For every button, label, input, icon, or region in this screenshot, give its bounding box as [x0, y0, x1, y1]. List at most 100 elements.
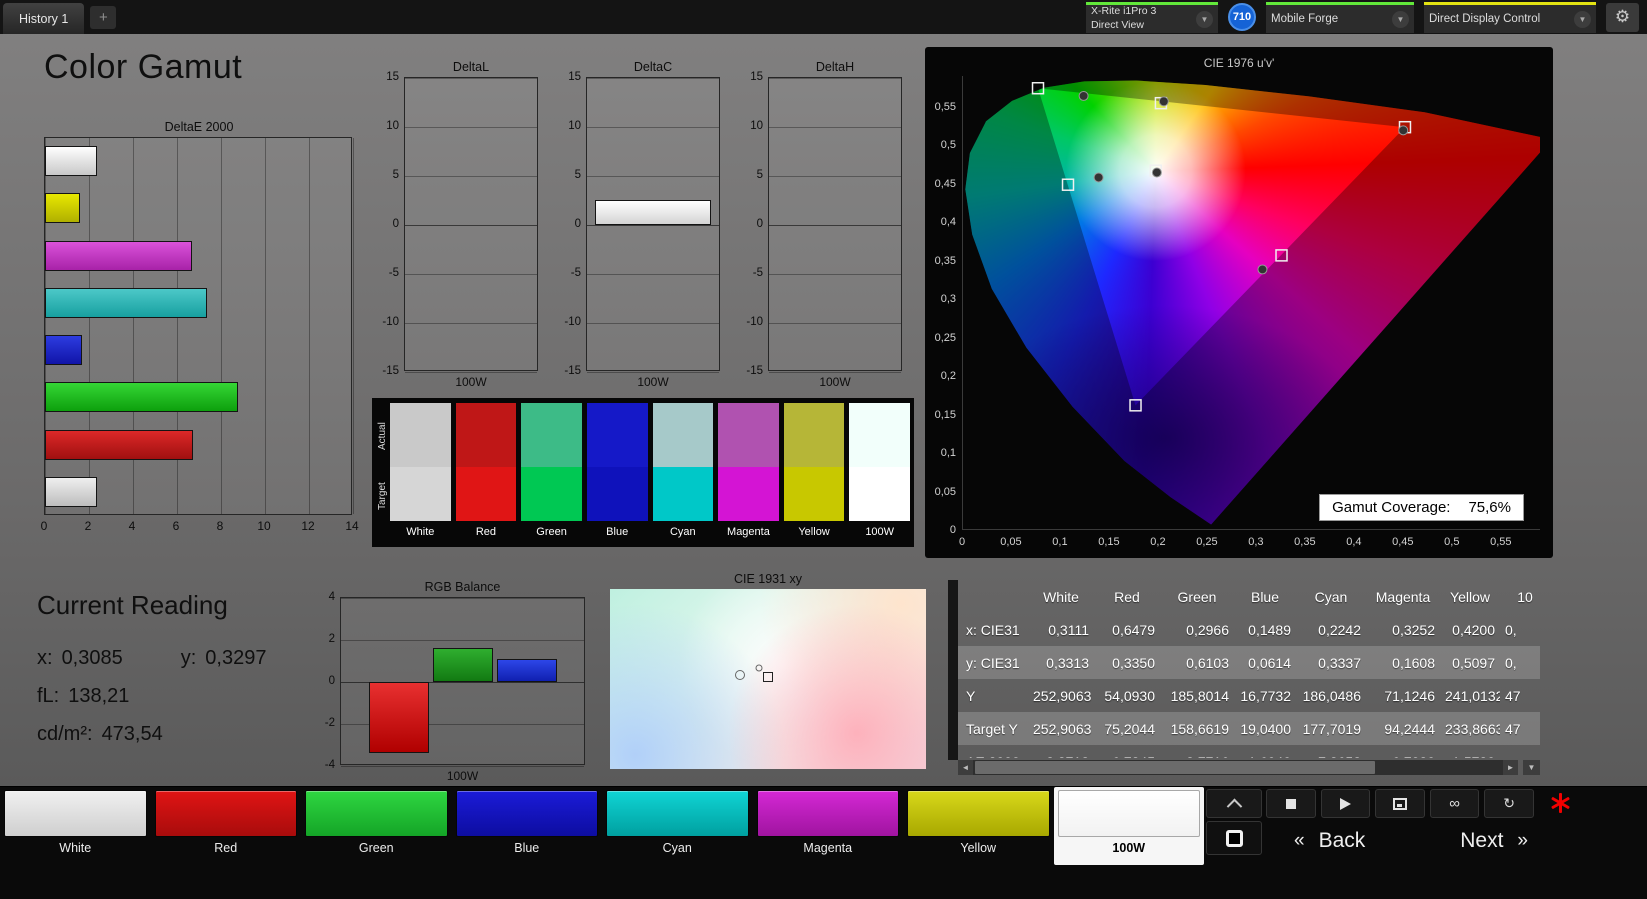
table-row[interactable]: Y252,906354,0930185,801416,7732186,04867…: [958, 679, 1540, 712]
y-tick-label: 0: [329, 675, 335, 687]
patch-magenta[interactable]: Magenta: [753, 787, 904, 865]
patch-green[interactable]: Green: [301, 787, 452, 865]
row-label: Target Y: [958, 721, 1028, 737]
save-button[interactable]: [1375, 789, 1425, 818]
actual-swatch: [521, 403, 582, 467]
actual-swatch: [653, 403, 714, 467]
x-tick-label: 10: [257, 519, 270, 533]
infinity-icon: ∞: [1449, 795, 1460, 812]
x-tick-label: 0: [41, 519, 48, 533]
patch-blue[interactable]: Blue: [452, 787, 603, 865]
y-axis: 151050-5-10-15: [742, 77, 768, 371]
cie1931-chart: CIE 1931 xy: [610, 572, 926, 769]
refresh-button[interactable]: ↻: [1484, 789, 1534, 818]
next-button[interactable]: Next »: [1460, 829, 1528, 853]
chevron-down-icon[interactable]: ▼: [1392, 11, 1409, 28]
swatch-label: Green: [521, 521, 582, 538]
workflow-label: Mobile Forge: [1271, 12, 1392, 27]
y-tick-label: -15: [382, 365, 399, 377]
chevron-down-icon[interactable]: ▼: [1574, 11, 1591, 28]
y-tick-label: 10: [568, 120, 581, 132]
cell-value: 0,0614: [1234, 655, 1296, 671]
gridline: [265, 138, 266, 514]
table-row[interactable]: Target Y252,906375,2044158,661919,040017…: [958, 712, 1540, 745]
reading-label: y:: [181, 647, 197, 670]
scroll-down-arrow-icon[interactable]: ▼: [1523, 760, 1540, 775]
cell-value: 75,2044: [1094, 721, 1160, 737]
actual-swatch: [456, 403, 517, 467]
workflow-dropdown[interactable]: Mobile Forge ▼: [1266, 2, 1414, 33]
y-tick-label: 4: [329, 591, 335, 603]
back-label: Back: [1319, 829, 1366, 853]
rgb-bar-blue: [497, 659, 557, 682]
collapse-panel-button[interactable]: [1206, 789, 1262, 818]
patch-label: 100W: [1058, 837, 1201, 855]
meter-dropdown[interactable]: X-Rite i1Pro 3 Direct View ▼: [1086, 2, 1218, 33]
swatch-axis-labels: Actual Target: [374, 403, 390, 547]
cie-y-tick: 0: [925, 524, 956, 536]
cie-x-tick: 0: [959, 536, 965, 548]
table-horizontal-scrollbar[interactable]: ◄ ►: [958, 760, 1518, 775]
scroll-right-arrow-icon[interactable]: ►: [1503, 760, 1518, 775]
deltae-bar-red: [45, 430, 193, 460]
patch-white[interactable]: White: [0, 787, 151, 865]
target-row-label: Target: [377, 469, 388, 523]
x-axis-label: 100W: [340, 769, 585, 783]
cie-y-tick: 0,35: [925, 255, 956, 267]
patch-red[interactable]: Red: [151, 787, 302, 865]
display-control-dropdown[interactable]: Direct Display Control ▼: [1424, 2, 1596, 33]
gridline: [587, 78, 719, 79]
display-control-label: Direct Display Control: [1429, 12, 1574, 27]
cell-value: 0,: [1500, 655, 1540, 671]
settings-gear-button[interactable]: ⚙: [1606, 3, 1639, 32]
gridline: [405, 225, 537, 226]
y-tick-label: -10: [382, 316, 399, 328]
current-reading: Current Reading x: 0,3085 y: 0,3297 fL: …: [37, 590, 266, 761]
measured-marker-cyan: [1094, 173, 1103, 182]
reading-label: cd/m²:: [37, 723, 93, 746]
pattern-window-button[interactable]: [1206, 821, 1262, 855]
square-icon: [1226, 830, 1243, 847]
target-marker-green: [1033, 83, 1044, 94]
swatch-label: Cyan: [653, 521, 714, 538]
meter-status-badge[interactable]: 710: [1228, 3, 1256, 31]
table-row[interactable]: y: CIE310,33130,33500,61030,06140,33370,…: [958, 646, 1540, 679]
gridline: [405, 274, 537, 275]
color-patch: [4, 790, 147, 837]
target-swatch: [784, 467, 845, 521]
table-row[interactable]: x: CIE310,31110,64790,29660,14890,22420,…: [958, 613, 1540, 646]
transport-controls: ∞ ↻: [1266, 789, 1534, 818]
rgb-balance-chart: RGB Balance 420-2-4 100W: [316, 580, 588, 783]
reading-label: x:: [37, 647, 53, 670]
add-tab-button[interactable]: +: [90, 6, 116, 29]
stop-button[interactable]: [1266, 789, 1316, 818]
scrollbar-thumb[interactable]: [975, 761, 1375, 774]
continuous-measure-button[interactable]: ∞: [1430, 789, 1480, 818]
play-button[interactable]: [1321, 789, 1371, 818]
patch-100w[interactable]: 100W: [1054, 787, 1205, 865]
deltae2000-plot: [44, 137, 352, 515]
color-patch: [456, 790, 599, 837]
gridline: [587, 372, 719, 373]
patch-yellow[interactable]: Yellow: [903, 787, 1054, 865]
cie1976-plot: Gamut Coverage: 75,6%: [962, 76, 1540, 530]
color-patch: [155, 790, 298, 837]
swatch-yellow: Yellow: [784, 403, 845, 547]
deltal-plot: [404, 77, 538, 371]
x-tick-label: 4: [129, 519, 136, 533]
patch-cyan[interactable]: Cyan: [602, 787, 753, 865]
gamut-markers: [963, 76, 1540, 529]
table-rows: x: CIE310,31110,64790,29660,14890,22420,…: [958, 613, 1540, 758]
cie-x-axis: 00,050,10,150,20,250,30,350,40,450,50,55: [925, 536, 1553, 552]
scroll-left-arrow-icon[interactable]: ◄: [958, 760, 973, 775]
history-tab[interactable]: History 1: [3, 3, 84, 34]
gridline: [405, 323, 537, 324]
cie-y-tick: 0,55: [925, 101, 956, 113]
table-row[interactable]: ΔE 20002,37126,73458,77161,69497,36536,7…: [958, 745, 1540, 758]
y-tick-label: 15: [750, 71, 763, 83]
topbar-right: X-Rite i1Pro 3 Direct View ▼ 710 Mobile …: [1086, 1, 1647, 33]
chevron-down-icon[interactable]: ▼: [1196, 11, 1213, 28]
test-pattern-patches: WhiteRedGreenBlueCyanMagentaYellow100W: [0, 787, 1204, 865]
back-button[interactable]: « Back: [1294, 829, 1365, 853]
column-header: Blue: [1234, 589, 1296, 605]
